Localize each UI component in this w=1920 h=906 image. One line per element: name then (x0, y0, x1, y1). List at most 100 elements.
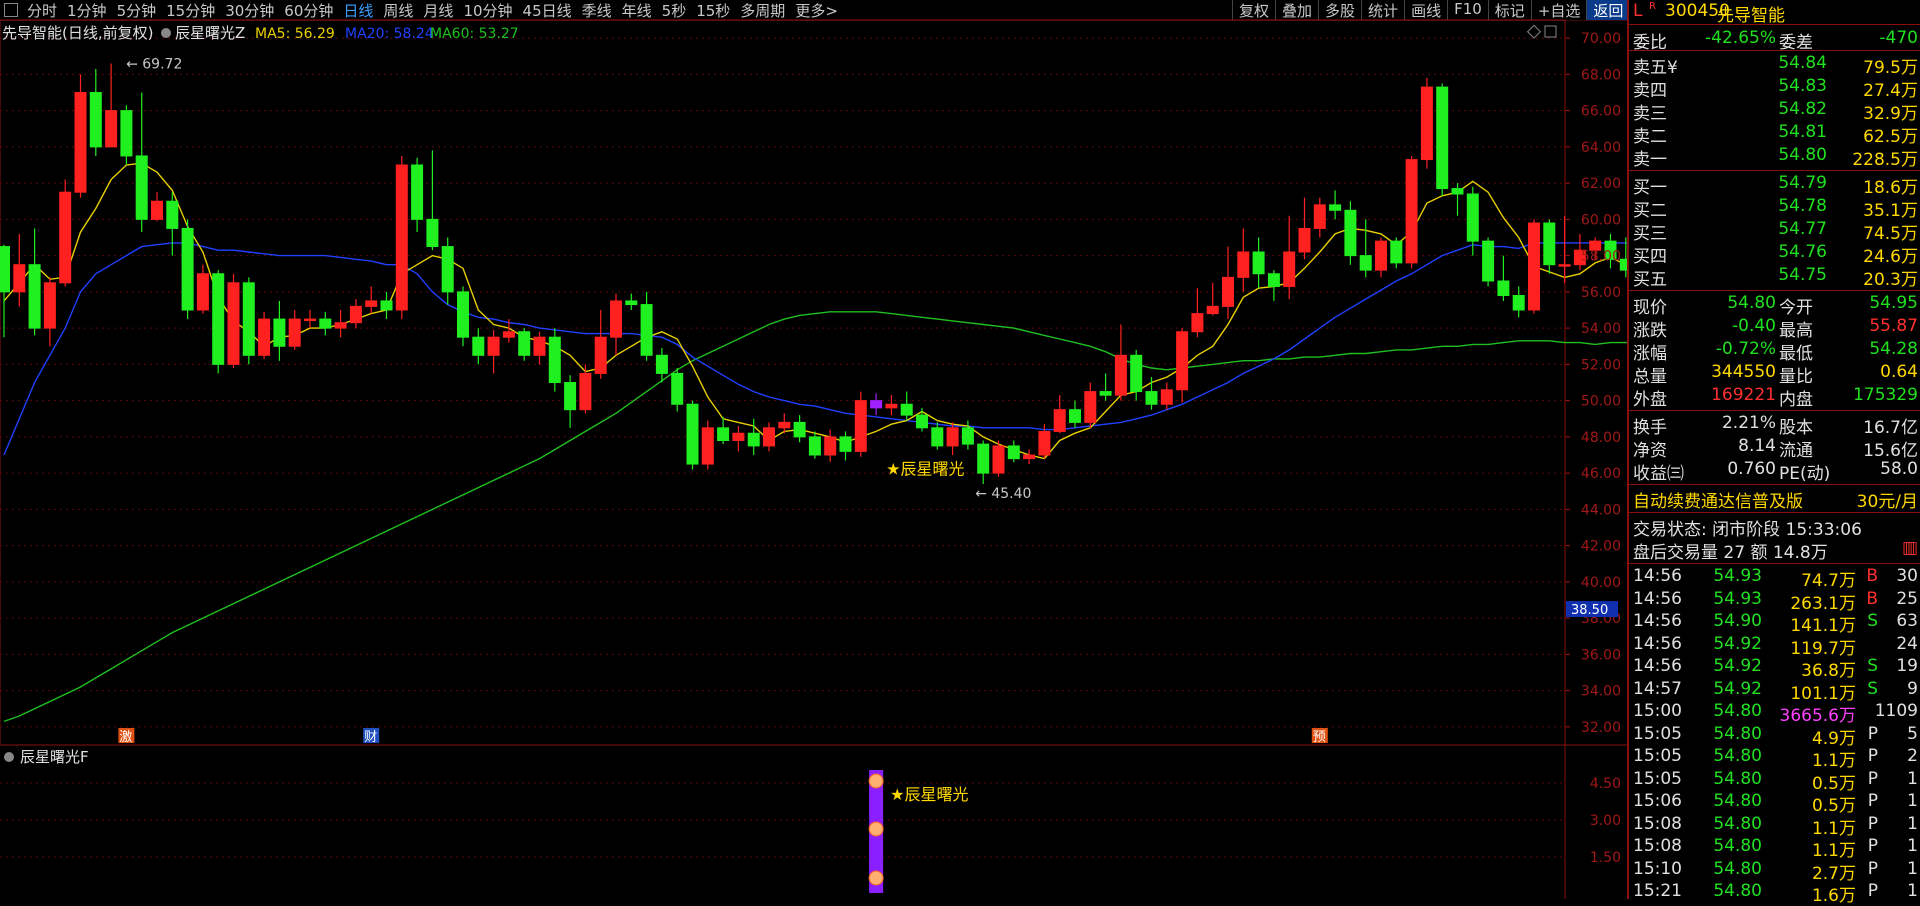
fund-row-2: 收益㈢ 0.760 PE(动) 58.0 (1629, 459, 1920, 484)
bid-row-3: 买四 54.76 24.6万 (1629, 242, 1920, 267)
fund-value-2: 16.7亿 (1863, 418, 1918, 438)
candle-body (151, 200, 163, 220)
candle-body (1298, 227, 1311, 253)
stat-value: 54.80 (1727, 293, 1776, 313)
tick-side: P (1867, 836, 1878, 856)
candle-body (365, 300, 378, 307)
tick-time: 15:10 (1633, 858, 1682, 879)
candle-body (808, 436, 821, 456)
candle-body (1497, 280, 1510, 296)
candle-body (13, 264, 26, 293)
tick-price: 54.80 (1713, 858, 1762, 879)
tick-time: 14:56 (1633, 611, 1682, 631)
tick-time: 15:06 (1633, 791, 1682, 811)
candle-body (1329, 204, 1342, 211)
axis-label: 58.00 (1581, 249, 1621, 265)
candle-body (1313, 204, 1326, 229)
tick-row-13: 15:10 54.80 2.7万 P 1 (1629, 858, 1920, 884)
tick-side: P (1867, 791, 1878, 811)
stat-row-0: 现价 54.80 今开 54.95 (1629, 293, 1920, 318)
axis-label: 34.00 (1581, 684, 1621, 700)
tick-price: 54.93 (1713, 566, 1762, 586)
candle-body (686, 403, 699, 465)
ma-label-1: MA20: 58.24 (345, 26, 434, 42)
ask-volume: 32.9万 (1863, 104, 1918, 124)
candle-body (1619, 258, 1627, 271)
ma60-path (3, 311, 1627, 723)
panel-divider (1629, 512, 1920, 513)
candle-body (502, 331, 515, 338)
panel-divider (1629, 24, 1920, 25)
tick-side: P (1867, 768, 1878, 789)
candle-body (0, 246, 10, 293)
panel-divider (1629, 50, 1920, 51)
event-badge-text-0: 激 (119, 730, 132, 745)
wei-row: 委比 -42.65% 委差 -470 (1629, 28, 1920, 53)
candle-body (349, 305, 362, 324)
candle-body (1069, 409, 1081, 423)
candle-body (1222, 276, 1234, 307)
stat-value: 344550 (1711, 362, 1776, 382)
kline-chart[interactable]: 32.0034.0036.0038.0040.0042.0044.0046.00… (0, 0, 1627, 899)
panel-divider (1629, 410, 1920, 411)
face-icon-0 (868, 773, 884, 789)
axis-label: 48.00 (1581, 430, 1621, 446)
candle-body (793, 421, 806, 438)
axis-label: 52.00 (1581, 357, 1621, 373)
candle-body (1160, 389, 1173, 405)
candle-body (1482, 240, 1495, 282)
bid-label: 买一 (1633, 178, 1667, 198)
bid-volume: 20.3万 (1863, 270, 1918, 290)
bid-price: 54.77 (1778, 219, 1827, 239)
candle-body (380, 300, 393, 311)
axis-label: 50.00 (1581, 394, 1621, 410)
ask-volume: 79.5万 (1863, 58, 1918, 78)
fund-label-2: PE(动) (1779, 464, 1831, 484)
quote-header: L R 300450 先导智能 (1629, 1, 1920, 26)
stat-label-2: 量比 (1779, 367, 1813, 387)
candle-body (411, 164, 424, 220)
ask-price: 54.83 (1778, 76, 1827, 96)
stat-value: 169221 (1711, 385, 1776, 405)
fund-label-2: 流通 (1779, 441, 1813, 461)
tick-row-12: 15:08 54.80 1.1万 P 1 (1629, 836, 1920, 861)
axis-label: 46.00 (1581, 466, 1621, 482)
candle-body (946, 427, 959, 447)
axis-label: 44.00 (1581, 502, 1621, 518)
tick-row-10: 15:06 54.80 0.5万 P 1 (1629, 791, 1920, 816)
wei-cha-value: -470 (1879, 28, 1918, 48)
candle-body (1436, 86, 1449, 190)
sub-toggle-icon (4, 752, 14, 762)
tick-volume: 1.1万 (1811, 818, 1856, 839)
tick-price: 54.92 (1713, 678, 1762, 699)
bid-label: 买三 (1633, 224, 1667, 244)
stat-value: -0.72% (1715, 339, 1776, 359)
fund-label-2: 股本 (1779, 418, 1813, 438)
candle-body (258, 318, 271, 356)
candle-body (1558, 264, 1571, 267)
tick-price: 54.93 (1713, 588, 1762, 609)
fund-value: 2.21% (1721, 413, 1776, 433)
tick-volume: 2.7万 (1811, 863, 1856, 884)
bid-volume: 35.1万 (1863, 201, 1918, 221)
stat-label-2: 内盘 (1779, 390, 1813, 410)
candle-body (166, 200, 179, 229)
stock-name: 先导智能 (1717, 6, 1785, 26)
candle-body (1359, 255, 1372, 271)
stat-label: 现价 (1633, 298, 1667, 318)
candle-body (870, 400, 883, 409)
stat-label: 外盘 (1633, 390, 1667, 410)
stat-value-2: 0.64 (1880, 362, 1918, 382)
tick-row-11: 15:08 54.80 1.1万 P 1 (1629, 814, 1920, 839)
tick-time: 14:56 (1633, 633, 1682, 654)
tick-volume: 101.1万 (1790, 683, 1856, 704)
ticks-icon: ▥ (1901, 538, 1918, 558)
tick-count: 19 (1896, 656, 1918, 676)
candle-body (1053, 409, 1066, 432)
price-tag-text: 38.50 (1571, 603, 1608, 618)
sub-chart: 辰星曙光F 4.50 3.00 1.50 ★辰星曙光 (0, 744, 1627, 893)
tick-volume: 1.6万 (1811, 886, 1856, 906)
candle-body (1451, 188, 1464, 195)
after-hours-row: 盘后交易量 27 额 14.8万 ▥ (1629, 538, 1920, 563)
tick-count: 2 (1907, 746, 1918, 766)
